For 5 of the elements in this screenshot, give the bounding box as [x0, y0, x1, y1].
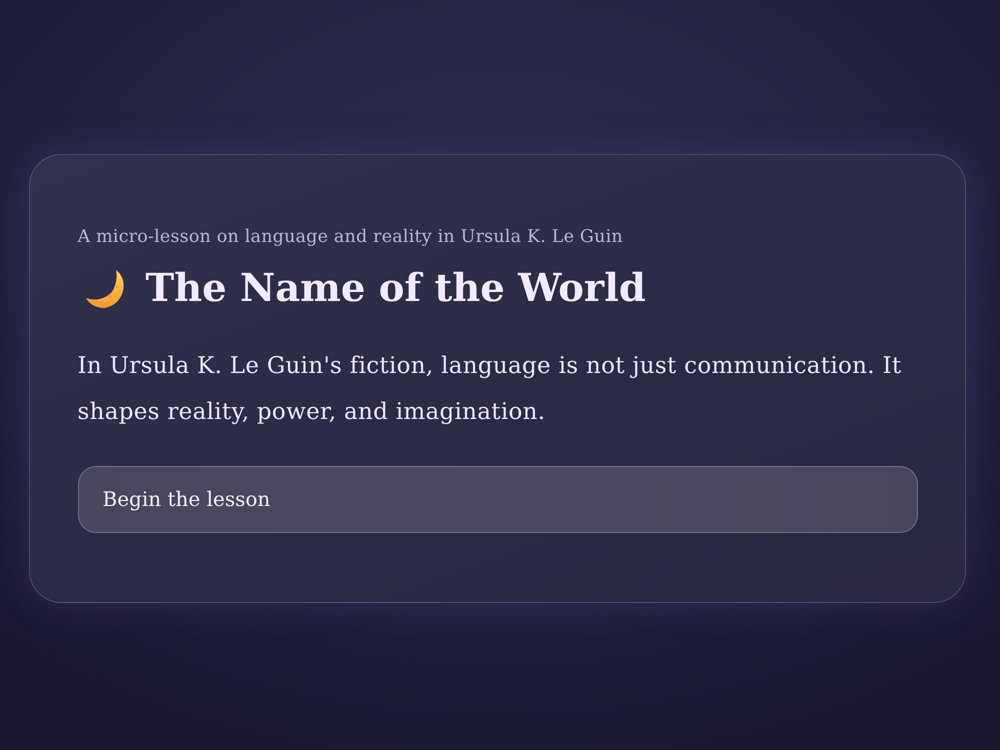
- crescent-moon-icon: [86, 270, 126, 308]
- lesson-subtitle: A micro-lesson on language and reality in Ursula K. Le Guin: [78, 226, 624, 248]
- lesson-title: The Name of the World: [146, 264, 646, 312]
- lesson-intro: In Ursula K. Le Guin's fiction, language is not just communication. It shapes reality, power, and imagination.: [78, 352, 902, 426]
- begin-lesson-button[interactable]: Begin the lesson: [78, 466, 918, 532]
